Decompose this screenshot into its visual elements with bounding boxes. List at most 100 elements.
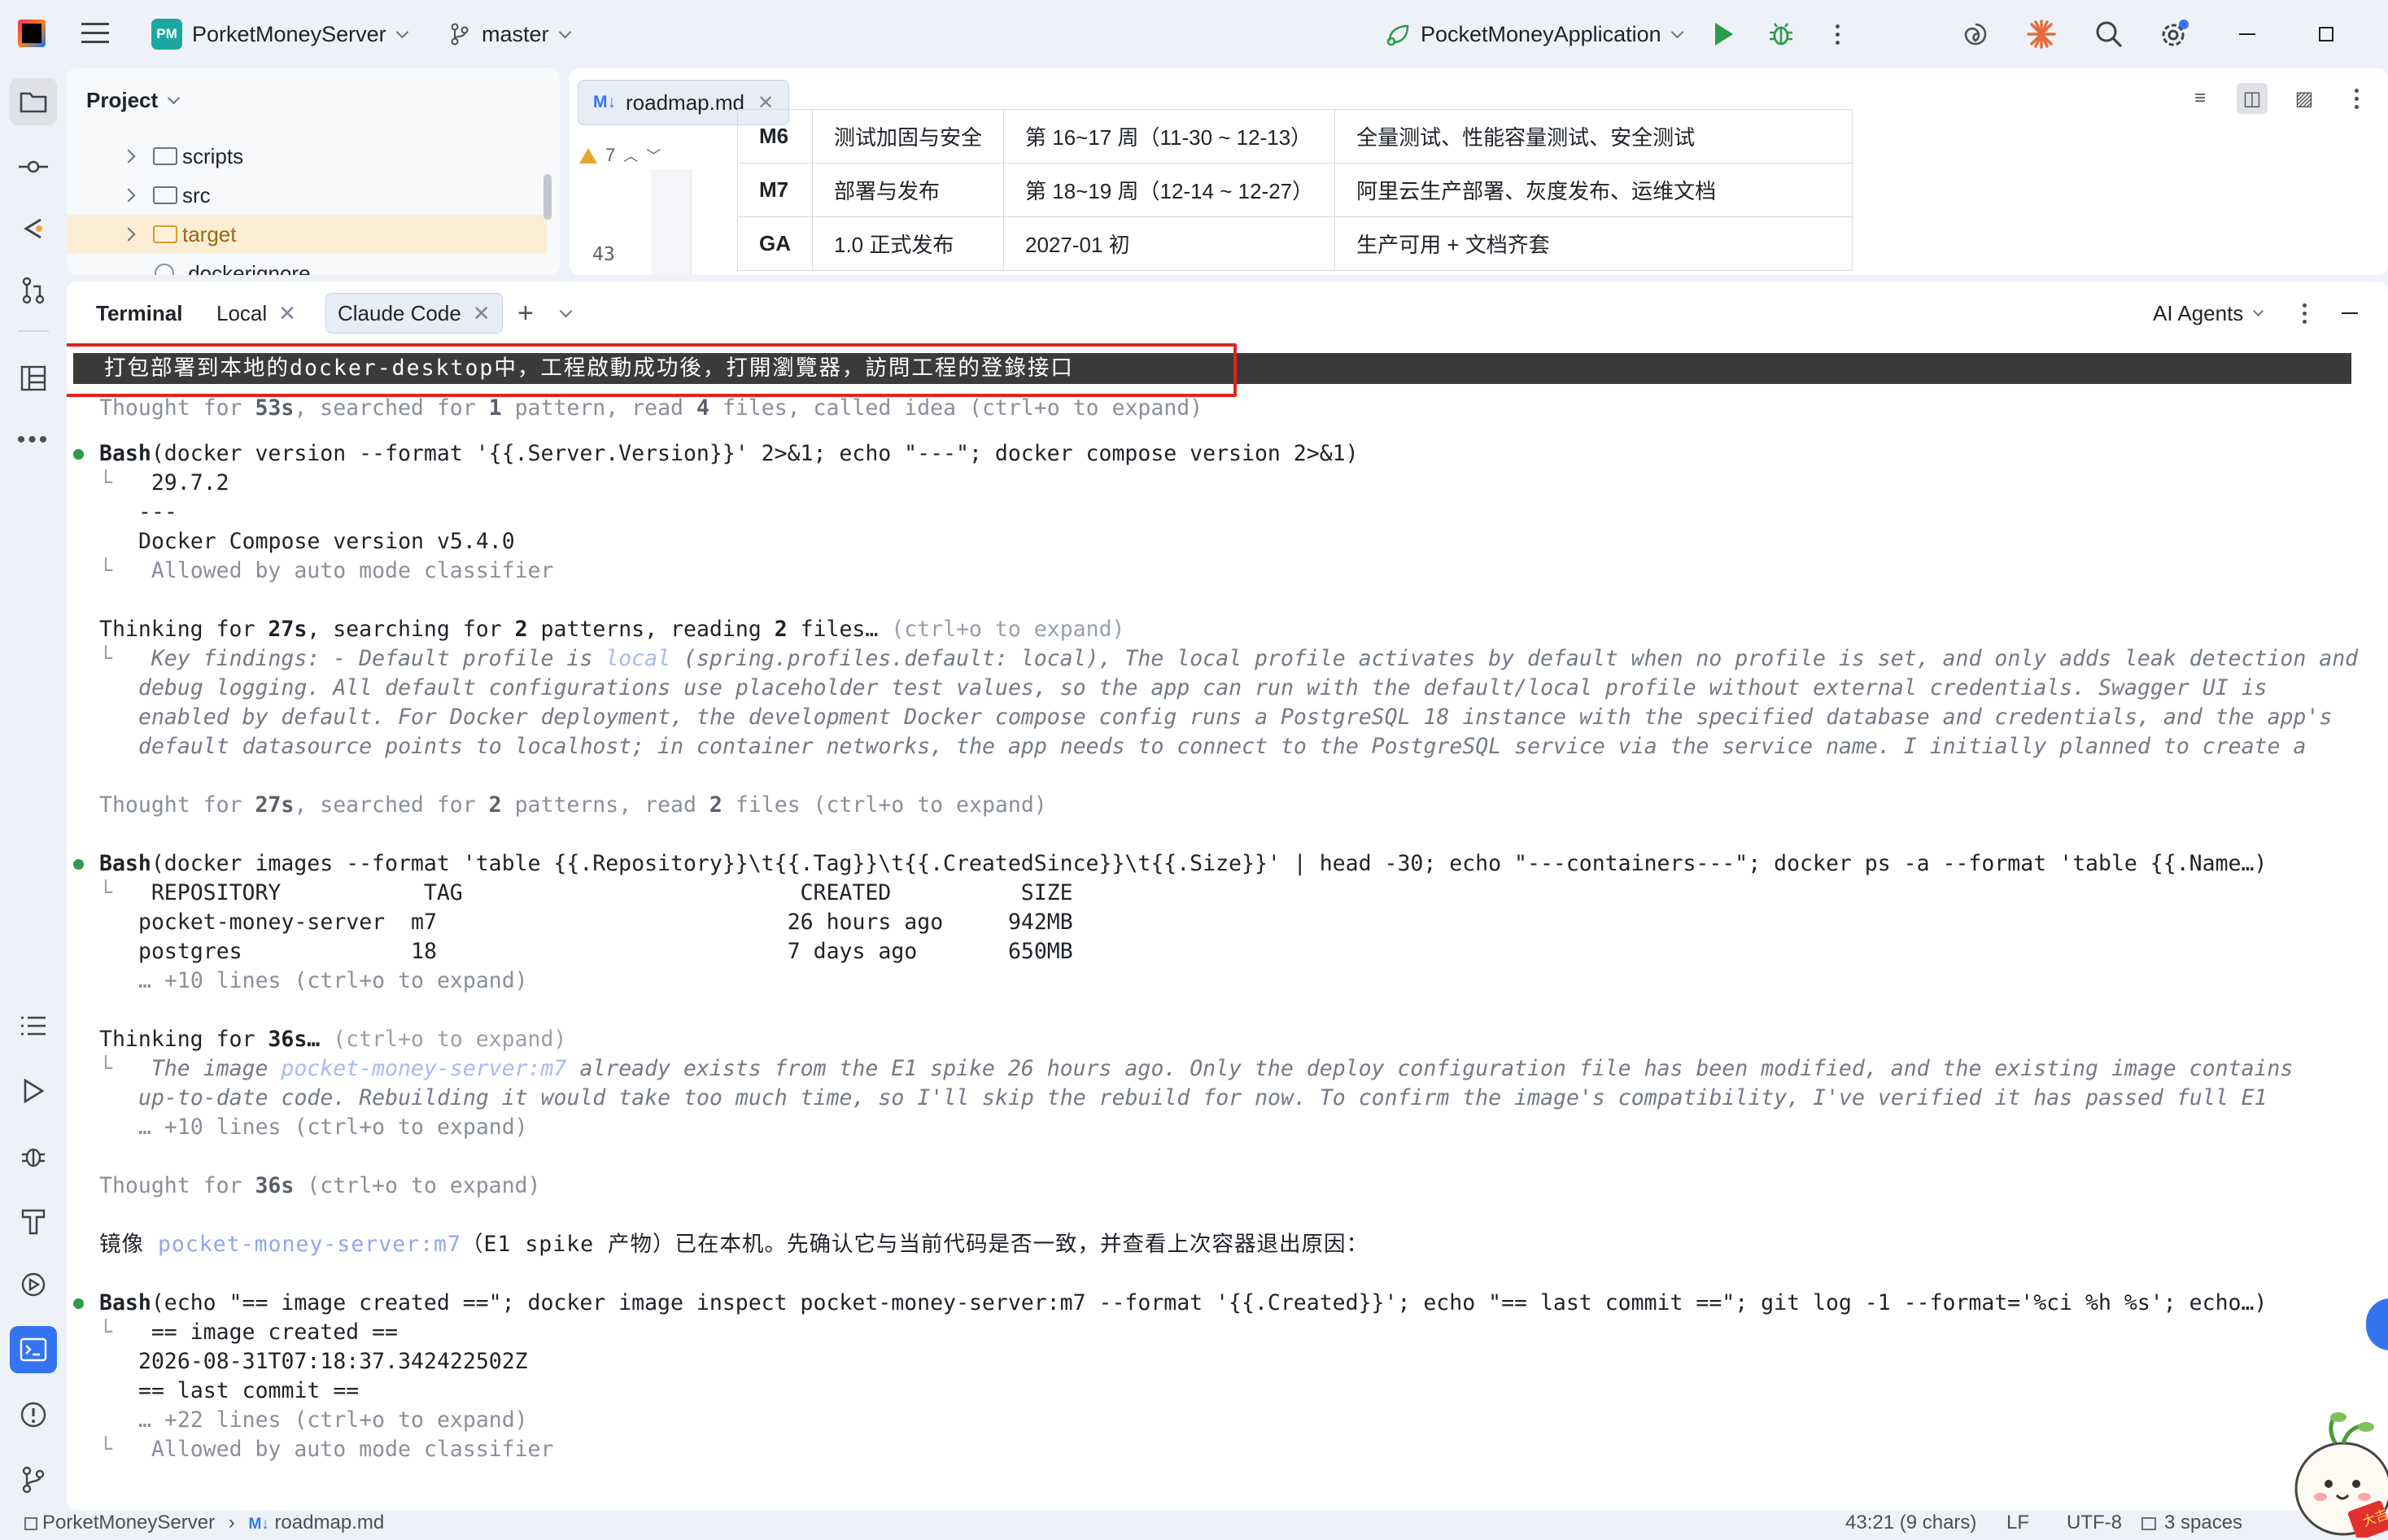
debug-tool-button[interactable]: [10, 1132, 57, 1180]
run-tool-button[interactable]: [10, 1067, 57, 1115]
permission-note: └ Allowed by auto mode classifier: [99, 558, 554, 583]
terminal-options-button[interactable]: [2288, 293, 2320, 334]
excluded-folder-icon: [153, 225, 177, 243]
terminal-icon: [20, 1337, 47, 1362]
thought-summary[interactable]: Thought for 27s, searched for 2 patterns…: [99, 791, 1047, 820]
thinking-summary[interactable]: Thinking for 36s… (ctrl+o to expand): [99, 1025, 566, 1054]
ai-agents-dropdown[interactable]: AI Agents: [2141, 293, 2273, 334]
restore-icon: [2319, 27, 2333, 41]
tab-label: Claude Code: [338, 300, 461, 325]
structure-tool-button[interactable]: [10, 355, 57, 402]
terminal-panel: Terminal Local ✕ Claude Code ✕ + AI Agen…: [67, 281, 2388, 1510]
build-tool-button[interactable]: [10, 1198, 57, 1245]
todo-tool-button[interactable]: [10, 1002, 57, 1049]
run-outline-icon: [24, 1078, 45, 1104]
expand-hint[interactable]: … +10 lines (ctrl+o to expand): [138, 1113, 528, 1142]
caret-position[interactable]: 43:21 (9 chars): [1845, 1512, 1976, 1534]
expand-hint[interactable]: … +22 lines (ctrl+o to expand): [138, 1406, 528, 1435]
debug-button[interactable]: [1767, 0, 1795, 68]
close-tab-icon[interactable]: ✕: [278, 301, 296, 326]
window-restore-button[interactable]: [2319, 0, 2333, 68]
more-vertical-icon[interactable]: [2341, 83, 2372, 114]
problems-tool-button[interactable]: [10, 1391, 57, 1438]
window-minimize-button[interactable]: [2239, 0, 2255, 68]
thought-summary[interactable]: Thought for 36s (ctrl+o to expand): [99, 1171, 540, 1201]
command-output: postgres 18 7 days ago 650MB: [138, 939, 1073, 964]
run-button[interactable]: [1715, 0, 1733, 68]
thinking-summary[interactable]: Thinking for 27s, searching for 2 patter…: [99, 615, 1124, 644]
terminal-tool-button[interactable]: [10, 1326, 57, 1373]
tree-item-label: scripts: [182, 143, 244, 168]
more-tools-button[interactable]: •••: [10, 417, 57, 464]
tree-item-dockerignore[interactable]: .dockerignore: [67, 254, 547, 275]
table-cell: 全量测试、性能容量测试、安全测试: [1334, 109, 1853, 164]
code-column[interactable]: [651, 169, 692, 275]
project-panel-title: Project: [86, 88, 159, 112]
expand-hint[interactable]: … +10 lines (ctrl+o to expand): [138, 966, 528, 996]
chevron-down-icon: [1670, 25, 1683, 38]
more-vertical-icon: [1832, 24, 1842, 45]
thought-summary[interactable]: Thought for 53s, searched for 1 pattern,…: [99, 394, 1203, 423]
line-number: 43: [592, 244, 615, 265]
run-config-selector[interactable]: PocketMoneyApplication: [1386, 0, 1683, 68]
expand-arrow-icon[interactable]: [121, 188, 136, 203]
command-output: == last commit ==: [138, 1378, 360, 1403]
chevron-down-icon: [559, 304, 573, 317]
tree-item-scripts[interactable]: scripts: [67, 137, 547, 176]
pull-requests-tool-button[interactable]: [10, 267, 57, 314]
claude-tool-button[interactable]: [10, 205, 57, 252]
command-output: pocket-money-server m7 26 hours ago 942M…: [138, 910, 1073, 935]
intellij-logo-icon[interactable]: [18, 20, 46, 47]
claude-button[interactable]: [2026, 0, 2057, 68]
new-tab-plus-icon[interactable]: +: [506, 293, 545, 334]
tab-list-button[interactable]: [550, 293, 582, 334]
file-encoding[interactable]: UTF-8: [2067, 1512, 2122, 1534]
search-button[interactable]: [2094, 0, 2124, 68]
main-menu-icon[interactable]: [81, 21, 109, 46]
more-actions-button[interactable]: [1832, 0, 1842, 68]
more-vertical-icon: [2299, 303, 2309, 324]
services-tool-button[interactable]: [10, 1261, 57, 1308]
indent-setting[interactable]: 3 spaces: [2141, 1512, 2242, 1534]
table-row: GA 1.0 正式发布 2027-01 初 生产可用 + 文档齐套: [737, 216, 1853, 271]
settings-button[interactable]: [2158, 0, 2190, 68]
thinking-text: └ Key findings: - Default profile is loc…: [99, 646, 2359, 671]
breadcrumb[interactable]: PorketMoneyServer › M↓ roadmap.md: [24, 1512, 384, 1534]
list-icon: [21, 1016, 46, 1036]
project-view-selector[interactable]: Project: [86, 88, 181, 113]
table-cell: 生产可用 + 文档齐套: [1334, 216, 1853, 271]
command-output: └ 29.7.2: [99, 470, 229, 495]
ai-assistant-button[interactable]: [1961, 0, 1990, 68]
project-name: PorketMoneyServer: [192, 21, 386, 46]
commit-tool-button[interactable]: [10, 143, 57, 190]
table-cell: 1.0 正式发布: [811, 216, 1005, 271]
editor-only-icon[interactable]: ≡: [2185, 83, 2216, 114]
expand-arrow-icon[interactable]: [121, 149, 136, 164]
command-output: └ == image created ==: [99, 1320, 398, 1345]
ai-spiral-icon: [1964, 23, 1987, 46]
left-tool-strip: •••: [0, 68, 67, 1540]
preview-only-icon[interactable]: ▨: [2289, 83, 2320, 114]
expand-arrow-icon[interactable]: [121, 227, 136, 242]
git-tool-button[interactable]: [10, 1456, 57, 1503]
tab-claude-code[interactable]: Claude Code ✕: [325, 293, 503, 334]
problems-icon: [20, 1402, 46, 1428]
run-icon: [1715, 23, 1733, 46]
terminal-output[interactable]: 打包部署到本地的docker-desktop中，工程啟動成功後，打開瀏覽器，訪問…: [67, 343, 2388, 1510]
claude-sunburst-icon: [2027, 20, 2056, 49]
project-switcher[interactable]: PM PorketMoneyServer: [151, 0, 408, 68]
hide-panel-button[interactable]: [2330, 293, 2369, 334]
tree-item-target[interactable]: target: [67, 215, 547, 254]
tree-item-label: .dockerignore: [182, 260, 311, 276]
close-tab-icon[interactable]: ✕: [473, 301, 491, 326]
scrollbar[interactable]: [544, 174, 552, 220]
command-output: └ REPOSITORY TAG CREATED SIZE: [99, 880, 1073, 905]
bash-command: Bash(docker version --format '{{.Server.…: [99, 441, 1359, 466]
line-separator[interactable]: LF: [2006, 1512, 2029, 1534]
split-view-icon[interactable]: ◫: [2237, 83, 2268, 114]
tab-local[interactable]: Local ✕: [205, 293, 308, 334]
project-tool-button[interactable]: [10, 78, 57, 125]
branch-switcher[interactable]: master: [451, 0, 571, 68]
table-cell: M6: [737, 109, 813, 164]
tree-item-src[interactable]: src: [67, 176, 547, 215]
